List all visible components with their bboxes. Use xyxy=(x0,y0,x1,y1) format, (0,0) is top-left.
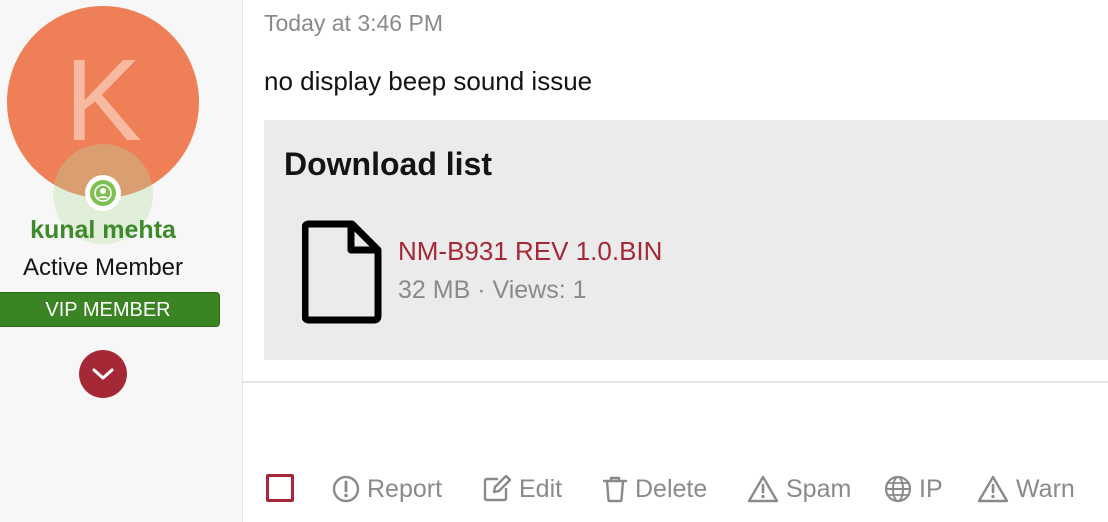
attachment-file-meta: 32 MB · Views: 1 xyxy=(398,276,587,304)
trash-icon xyxy=(602,476,628,503)
edit-label: Edit xyxy=(519,474,563,503)
edit-icon xyxy=(483,475,512,502)
post-body: Today at 3:46 PM no display beep sound i… xyxy=(243,0,1108,522)
delete-label: Delete xyxy=(635,474,708,503)
user-banner: VIP MEMBER xyxy=(0,292,220,327)
ip-button[interactable]: IP xyxy=(884,474,943,504)
post-message: no display beep sound issue xyxy=(264,66,593,96)
globe-icon xyxy=(884,475,912,503)
avatar-letter: K xyxy=(64,35,142,165)
delete-button[interactable]: Delete xyxy=(602,474,707,504)
edit-button[interactable]: Edit xyxy=(482,474,562,504)
username[interactable]: kunal mehta xyxy=(0,216,206,245)
user-online-icon xyxy=(87,177,119,209)
attachment-list: Download list NM-B931 REV 1.0.BIN 32 MB … xyxy=(264,120,1108,360)
report-icon xyxy=(332,475,360,503)
file-icon[interactable] xyxy=(302,220,382,324)
divider xyxy=(243,381,1108,383)
spam-label: Spam xyxy=(786,474,852,503)
warn-label: Warn xyxy=(1016,474,1075,503)
post-container: K kunal mehta Active Member VIP MEMBER T… xyxy=(0,0,1108,522)
expand-user-info-button[interactable] xyxy=(79,350,127,398)
attachment-list-title: Download list xyxy=(284,146,492,182)
warn-button[interactable]: Warn xyxy=(977,474,1075,504)
report-label: Report xyxy=(367,474,443,503)
report-button[interactable]: Report xyxy=(332,474,442,504)
chevron-down-icon xyxy=(92,368,114,380)
ip-label: IP xyxy=(919,474,943,503)
post-timestamp[interactable]: Today at 3:46 PM xyxy=(264,10,443,37)
user-title: Active Member xyxy=(22,254,184,281)
warning-icon xyxy=(747,475,779,503)
user-sidebar: K kunal mehta Active Member VIP MEMBER xyxy=(0,0,243,522)
attachment-file-name[interactable]: NM-B931 REV 1.0.BIN xyxy=(398,236,662,267)
warning-icon xyxy=(977,475,1009,503)
spam-button[interactable]: Spam xyxy=(747,474,851,504)
select-checkbox[interactable] xyxy=(266,474,294,502)
